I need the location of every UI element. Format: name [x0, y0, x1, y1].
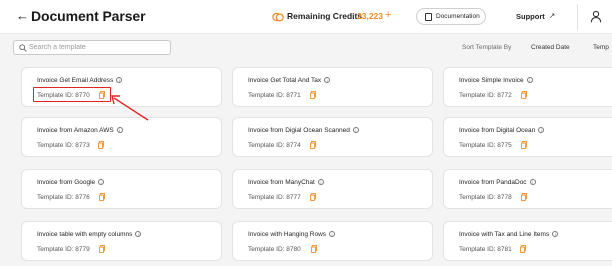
template-id: Template ID: 8779 — [37, 246, 90, 253]
template-card[interactable]: Invoice with Tax and Line Items i Templat… — [443, 221, 612, 261]
template-id: Template ID: 8777 — [248, 194, 301, 201]
template-card[interactable]: Invoice Simple Invoice i Template ID: 877… — [443, 67, 612, 107]
template-name: Invoice with Hanging Rows — [248, 231, 327, 238]
template-card[interactable]: Invoice from ManyChat i Template ID: 8777 — [232, 169, 433, 209]
info-icon: i — [538, 127, 545, 133]
copy-icon[interactable] — [99, 245, 105, 253]
template-name: Invoice from PandaDoc — [459, 179, 527, 186]
copy-icon[interactable] — [310, 91, 316, 99]
sort-template-name[interactable]: Temp — [593, 44, 609, 51]
template-name: Invoice Get Total And Tax — [248, 77, 322, 84]
info-icon: i — [352, 127, 359, 133]
info-icon: i — [98, 179, 105, 185]
template-name: Invoice from Digial Ocean Scanned — [248, 127, 350, 134]
copy-icon[interactable] — [311, 245, 317, 253]
credits-value: 23,223 — [357, 11, 383, 21]
search-input[interactable] — [29, 42, 167, 53]
coins-icon — [272, 12, 284, 22]
template-name: Invoice table with empty columns — [37, 231, 133, 238]
info-icon: i — [116, 127, 123, 133]
sort-label: Sort Template By — [462, 44, 512, 51]
copy-icon[interactable] — [99, 193, 105, 201]
template-id: Template ID: 8776 — [37, 194, 90, 201]
search-box[interactable] — [13, 40, 171, 55]
template-id: Template ID: 8774 — [248, 142, 301, 149]
template-name: Invoice Simple Invoice — [459, 77, 524, 84]
arrow-left-icon[interactable]: ← — [16, 9, 29, 23]
info-icon: i — [317, 179, 324, 185]
user-icon[interactable] — [590, 10, 602, 23]
template-id: Template ID: 8780 — [248, 246, 301, 253]
documentation-label: Documentation — [436, 13, 480, 20]
top-header: ← Document Parser Remaining Credits 23,2… — [0, 0, 612, 34]
info-icon: i — [329, 231, 336, 237]
copy-icon[interactable] — [98, 141, 104, 149]
template-name: Invoice from Google — [37, 179, 96, 186]
template-name: Invoice Get Email Address — [37, 77, 114, 84]
template-name: Invoice with Tax and Line Items — [459, 231, 550, 238]
documentation-button[interactable]: Documentation — [416, 8, 486, 25]
info-icon: i — [116, 77, 123, 83]
info-icon: i — [552, 231, 559, 237]
add-credits-button[interactable]: + — [385, 9, 391, 21]
template-id: Template ID: 8773 — [37, 142, 90, 149]
copy-icon[interactable] — [521, 141, 527, 149]
copy-icon[interactable] — [520, 245, 526, 253]
template-name: Invoice from Digital Ocean — [459, 127, 536, 134]
copy-icon[interactable] — [310, 141, 316, 149]
copy-icon[interactable] — [310, 193, 316, 201]
sort-created-date[interactable]: Created Date — [531, 44, 570, 51]
template-card[interactable]: Invoice Get Total And Tax i Template ID: … — [232, 67, 433, 107]
annotation-highlight-box — [33, 87, 111, 102]
info-icon: i — [529, 179, 536, 185]
template-id: Template ID: 8781 — [459, 246, 512, 253]
template-id: Template ID: 8772 — [459, 92, 512, 99]
template-card[interactable]: Invoice from Digial Ocean Scanned i Templ… — [232, 117, 433, 157]
template-card[interactable]: Invoice from Digital Ocean i Template ID:… — [443, 117, 612, 157]
template-card[interactable]: Invoice table with empty columns i Templa… — [21, 221, 222, 261]
toolbar: Sort Template By Created Date Temp — [0, 34, 612, 62]
template-id: Template ID: 8775 — [459, 142, 512, 149]
header-divider — [577, 4, 578, 30]
template-name: Invoice from ManyChat — [248, 179, 315, 186]
search-icon — [19, 44, 27, 52]
info-icon: i — [324, 77, 331, 83]
template-card[interactable]: Invoice with Hanging Rows i Template ID: … — [232, 221, 433, 261]
template-card[interactable]: Invoice from PandaDoc i Template ID: 8778 — [443, 169, 612, 209]
copy-icon[interactable] — [521, 193, 527, 201]
template-name: Invoice from Amazon AWS — [37, 127, 114, 134]
template-card[interactable]: Invoice from Google i Template ID: 8776 — [21, 169, 222, 209]
info-icon: i — [526, 77, 533, 83]
book-icon — [425, 13, 432, 21]
template-id: Template ID: 8778 — [459, 194, 512, 201]
credits-label: Remaining Credits — [287, 11, 363, 21]
page-title: Document Parser — [31, 8, 146, 24]
support-link[interactable]: Support — [516, 12, 545, 21]
info-icon: i — [135, 231, 142, 237]
template-id: Template ID: 8771 — [248, 92, 301, 99]
arrow-up-right-icon: ↗ — [549, 11, 556, 20]
copy-icon[interactable] — [521, 91, 527, 99]
annotation-arrow-icon — [111, 95, 149, 121]
